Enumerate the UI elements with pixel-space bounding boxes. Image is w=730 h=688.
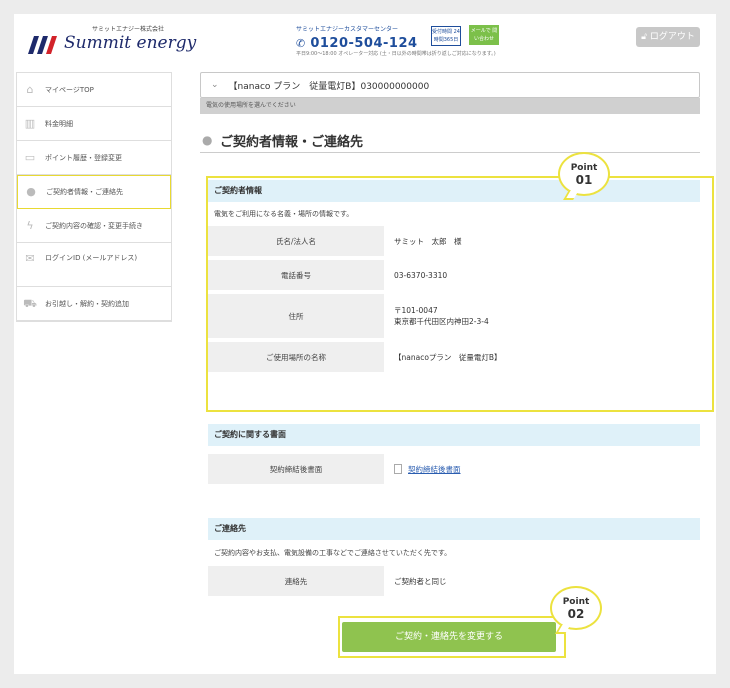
row-label: 契約締結後書面	[208, 454, 384, 484]
selector-hint: 電気の使用場所を選んでください	[200, 98, 700, 114]
sidebar-item-label: ご契約内容の確認・変更手続き	[45, 221, 143, 230]
row-label: ご使用場所の名称	[208, 342, 384, 372]
row-value: 〒101-0047 東京都千代田区内神田2-3-4	[384, 294, 700, 338]
customer-center: サミットエナジーカスタマーセンター ✆ 0120-504-124 平日9:00〜…	[296, 24, 499, 57]
home-icon: ⌂	[26, 82, 34, 96]
document-icon	[394, 464, 402, 474]
cs-phone[interactable]: 0120-504-124	[310, 36, 417, 51]
sidebar-item-contract-details[interactable]: ϟ ご契約内容の確認・変更手続き	[17, 209, 171, 243]
table-row: 住所 〒101-0047 東京都千代田区内神田2-3-4	[208, 294, 700, 338]
card-icon: ▭	[24, 150, 36, 164]
table-row: ご使用場所の名称 【nanacoプラン 従量電灯B】	[208, 342, 700, 372]
person-icon: ●	[202, 133, 213, 147]
logo-kana: サミットエナジー株式会社	[92, 26, 165, 33]
person-icon: ●	[26, 185, 36, 198]
contractor-heading: ご契約者情報	[208, 180, 700, 202]
row-label: 電話番号	[208, 260, 384, 290]
row-value: サミット 太郎 様	[394, 236, 462, 246]
bolt-icon: ϟ	[26, 218, 34, 232]
change-contract-button[interactable]: ご契約・連絡先を変更する	[342, 622, 556, 652]
document-link[interactable]: 契約締結後書面	[408, 464, 461, 475]
sidebar-item-login-id[interactable]: ✉ ログインID (メールアドレス)	[17, 243, 171, 287]
contact-description: ご契約内容やお支払、電気設備の工事などでご連絡させていただく先です。	[214, 549, 452, 557]
contact-section: ご連絡先 ご契約内容やお支払、電気設備の工事などでご連絡させていただく先です。 …	[208, 518, 700, 596]
sidebar-item-label: お引越し・解約・契約追加	[45, 299, 129, 308]
row-value: ご契約者と同じ	[394, 576, 447, 586]
chevron-down-icon: ⌄	[211, 80, 219, 90]
row-value: 【nanacoプラン 従量電灯B】	[394, 352, 502, 362]
table-row: 氏名/法人名 サミット 太郎 様	[208, 226, 700, 256]
bar-chart-icon: ▥	[24, 116, 36, 130]
documents-heading: ご契約に関する書面	[208, 424, 700, 446]
row-label: 住所	[208, 294, 384, 338]
sidebar-item-label: ご契約者情報・ご連絡先	[46, 188, 123, 196]
address-line: 東京都千代田区内神田2-3-4	[394, 317, 489, 326]
sidebar: ⌂ マイページTOP ▥ 料金明細 ▭ ポイント履歴・登録変更 ● ご契約者情報…	[16, 72, 172, 322]
logo-text: Summit energy	[64, 33, 197, 53]
page-title-text: ご契約者情報・ご連絡先	[220, 134, 364, 150]
logout-button[interactable]: 🔓︎ ログアウト	[636, 27, 700, 47]
contractor-section: ご契約者情報 電気をご利用になる名義・場所の情報です。 氏名/法人名 サミット …	[208, 180, 700, 372]
sidebar-item-billing[interactable]: ▥ 料金明細	[17, 107, 171, 141]
table-row: 契約締結後書面 契約締結後書面	[208, 454, 700, 484]
page-title: ● ご契約者情報・ご連絡先	[200, 130, 700, 150]
sidebar-item-points[interactable]: ▭ ポイント履歴・登録変更	[17, 141, 171, 175]
row-value: 03-6370-3310	[394, 270, 448, 280]
page: サミットエナジー株式会社 Summit energy サミットエナジーカスタマー…	[14, 14, 716, 674]
logout-label: ログアウト	[649, 32, 695, 42]
header: サミットエナジー株式会社 Summit energy サミットエナジーカスタマー…	[14, 14, 716, 66]
row-label: 連絡先	[208, 566, 384, 596]
sidebar-item-label: ポイント履歴・登録変更	[45, 153, 122, 162]
contact-heading: ご連絡先	[208, 518, 700, 540]
point-01-bubble: Point 01	[558, 152, 610, 200]
contract-selector[interactable]: ⌄ 【nanaco プラン 従量電灯B】030000000000	[200, 72, 700, 98]
main: ⌄ 【nanaco プラン 従量電灯B】030000000000 電気の使用場所…	[200, 72, 714, 658]
table-row: 連絡先 ご契約者と同じ	[208, 566, 700, 596]
logo-mark-icon	[28, 36, 57, 54]
documents-section: ご契約に関する書面 契約締結後書面 契約締結後書面	[208, 424, 700, 484]
row-label: 氏名/法人名	[208, 226, 384, 256]
point-number: 02	[567, 607, 585, 621]
contractor-description: 電気をご利用になる名義・場所の情報です。	[214, 210, 354, 218]
row-value: 契約締結後書面	[384, 454, 700, 484]
point-number: 01	[575, 173, 593, 187]
sidebar-item-contractor-info[interactable]: ● ご契約者情報・ご連絡先	[17, 175, 171, 209]
cs-hours: 平日9:00〜18:00 オペレーター対応 (土・日以外の時間帯は折り返しご対応…	[296, 51, 496, 57]
contract-selector-value: 【nanaco プラン 従量電灯B】030000000000	[228, 81, 430, 92]
sidebar-item-label: 料金明細	[45, 119, 73, 128]
point-02-bubble: Point 02	[550, 586, 602, 634]
hours-badge: 受付時間 24時間365日	[431, 26, 461, 46]
sidebar-item-label: ログインID (メールアドレス)	[45, 254, 138, 262]
sidebar-item-moving[interactable]: ⛟ お引越し・解約・契約追加	[17, 287, 171, 321]
phone-icon: ✆	[296, 37, 306, 50]
postal-code: 〒101-0047	[394, 306, 438, 315]
mail-icon: ✉	[25, 252, 35, 265]
sidebar-item-label: マイページTOP	[45, 85, 94, 94]
divider	[200, 152, 700, 153]
sidebar-item-mypage-top[interactable]: ⌂ マイページTOP	[17, 73, 171, 107]
mail-inquiry-button[interactable]: メールで 問い合わせ	[469, 25, 499, 45]
table-row: 電話番号 03-6370-3310	[208, 260, 700, 290]
lock-icon: 🔓︎	[641, 32, 647, 42]
truck-icon: ⛟	[23, 296, 37, 310]
